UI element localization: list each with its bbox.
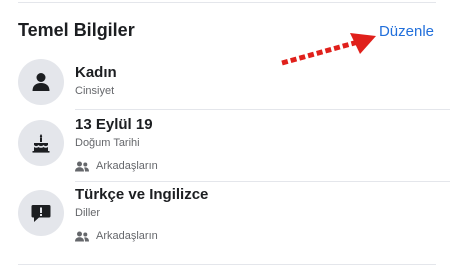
row-divider (75, 181, 450, 182)
gender-label: Cinsiyet (75, 85, 115, 97)
languages-value: Türkçe ve Ingilizce (75, 186, 209, 203)
friends-icon (75, 231, 89, 241)
gender-value: Kadın (75, 64, 117, 81)
friends-icon (75, 161, 89, 171)
languages-row: Türkçe ve Ingilizce Diller Arkadaşların (18, 184, 436, 248)
basic-info-section: Temel Bilgiler Düzenle Kadın Cinsiyet 13… (0, 0, 450, 275)
speech-bubble-exclamation-icon (18, 190, 64, 236)
birthday-row: 13 Eylül 19 Doğum Tarihi Arkadaşların (18, 114, 436, 178)
privacy-setting[interactable]: Arkadaşların (75, 160, 436, 172)
languages-label: Diller (75, 207, 101, 219)
section-title: Temel Bilgiler (18, 20, 135, 40)
privacy-label: Arkadaşların (96, 160, 158, 172)
birthday-value: 13 Eylül 19 (75, 116, 153, 133)
row-divider (75, 109, 450, 110)
top-divider (18, 2, 436, 3)
privacy-setting[interactable]: Arkadaşların (75, 230, 436, 242)
bottom-divider (18, 264, 436, 265)
edit-link[interactable]: Düzenle (379, 23, 434, 40)
privacy-label: Arkadaşların (96, 230, 158, 242)
birthday-label: Doğum Tarihi (75, 137, 140, 149)
birthday-cake-icon (18, 120, 64, 166)
person-icon (18, 59, 64, 105)
gender-row: Kadın Cinsiyet (18, 58, 436, 108)
